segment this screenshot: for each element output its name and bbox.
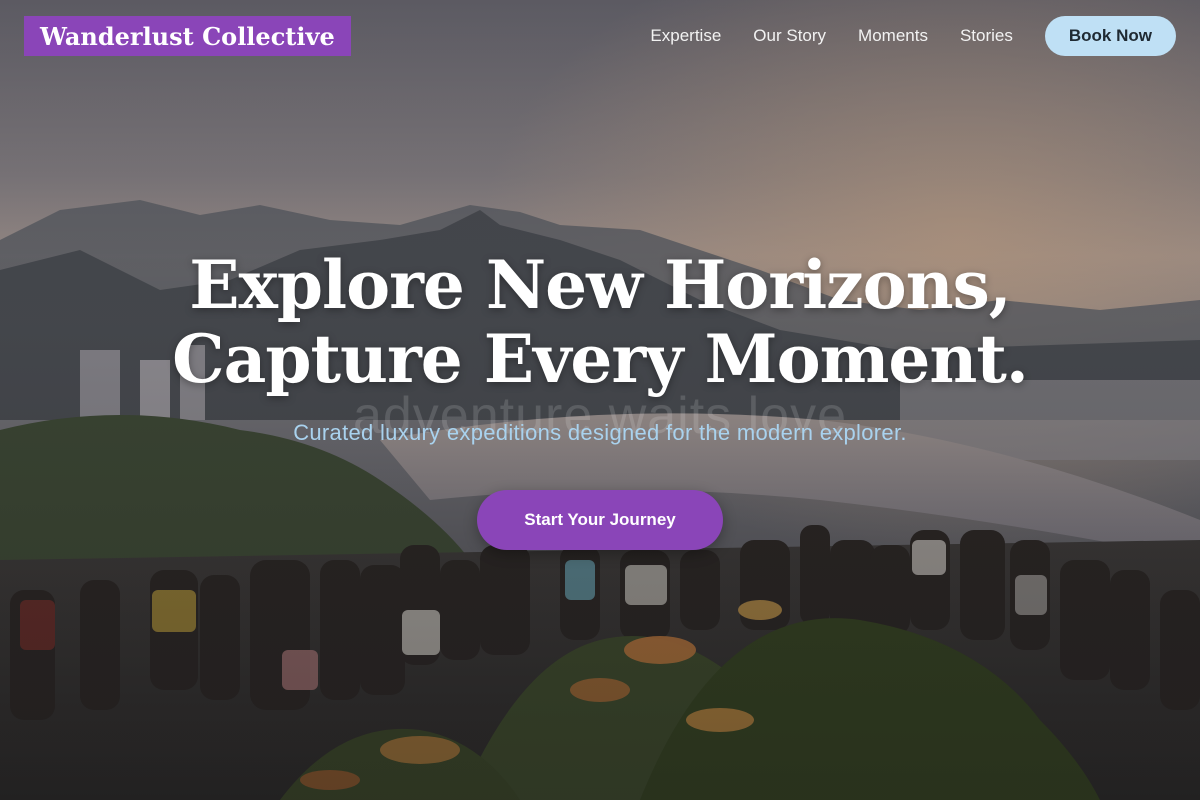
nav-link-stories[interactable]: Stories [960, 26, 1013, 46]
nav-link-expertise[interactable]: Expertise [650, 26, 721, 46]
book-now-button[interactable]: Book Now [1044, 16, 1176, 56]
headline-line-1: Explore New Horizons, [189, 246, 1012, 324]
nav-link-our-story[interactable]: Our Story [753, 26, 826, 46]
main-nav: Expertise Our Story Moments Stories Book… [650, 16, 1176, 56]
hero-headline: Explore New Horizons, Capture Every Mome… [0, 248, 1200, 396]
nav-link-moments[interactable]: Moments [858, 26, 928, 46]
headline-line-2: Capture Every Moment. [172, 320, 1029, 398]
start-journey-button[interactable]: Start Your Journey [477, 490, 723, 550]
brand-logo[interactable]: Wanderlust Collective [24, 16, 351, 56]
hero-subtitle: Curated luxury expeditions designed for … [293, 420, 907, 445]
